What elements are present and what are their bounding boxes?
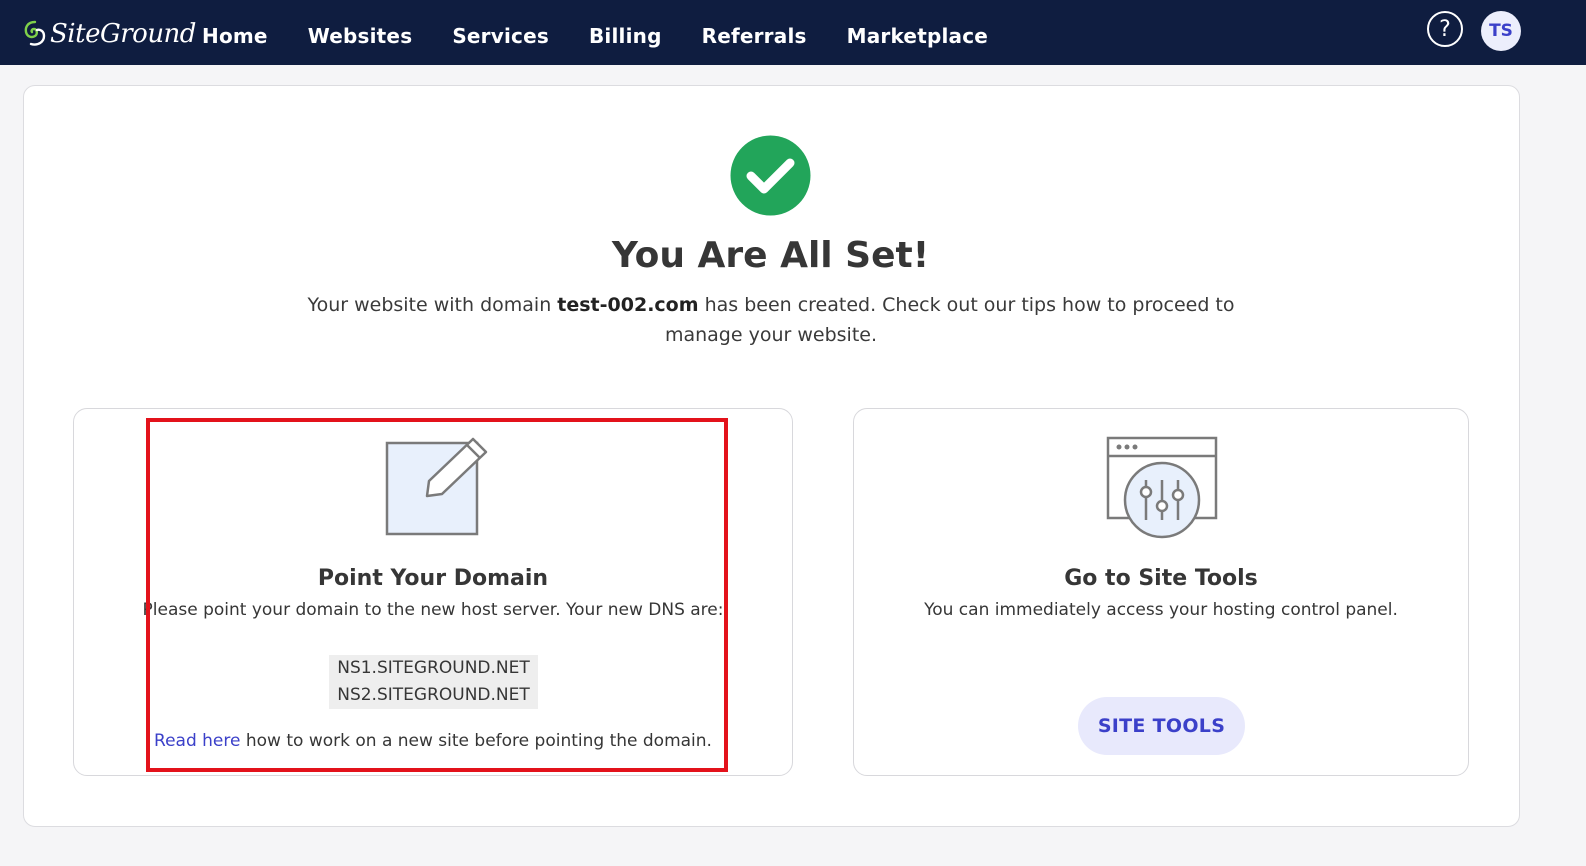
- read-here-link[interactable]: Read here: [154, 731, 240, 751]
- user-avatar[interactable]: TS: [1481, 11, 1521, 51]
- success-message: Your website with domain test-002.com ha…: [270, 290, 1272, 350]
- siteground-logo[interactable]: SiteGround: [22, 14, 196, 54]
- nav-websites[interactable]: Websites: [308, 24, 413, 48]
- logo-text: SiteGround: [50, 19, 196, 49]
- read-here-rest: how to work on a new site before pointin…: [240, 731, 712, 751]
- nav-services[interactable]: Services: [452, 24, 549, 48]
- nav-referrals[interactable]: Referrals: [702, 24, 807, 48]
- siteground-swirl-icon: [24, 20, 46, 46]
- point-domain-description: Please point your domain to the new host…: [142, 600, 724, 620]
- nav-home[interactable]: Home: [202, 24, 268, 48]
- nav-marketplace[interactable]: Marketplace: [847, 24, 988, 48]
- control-panel-icon: [1106, 436, 1218, 539]
- main-nav: Home Websites Services Billing Referrals…: [202, 24, 988, 48]
- site-tools-button[interactable]: SITE TOOLS: [1078, 697, 1245, 755]
- message-suffix: has been created. Check out our tips how…: [664, 294, 1235, 346]
- nav-billing[interactable]: Billing: [589, 24, 662, 48]
- page-title: You Are All Set!: [611, 235, 930, 276]
- point-domain-title: Point Your Domain: [317, 566, 549, 591]
- dns-server-1: NS1.SITEGROUND.NET: [337, 658, 530, 678]
- read-here-line: Read here how to work on a new site befo…: [73, 731, 793, 751]
- message-prefix: Your website with domain: [307, 294, 558, 316]
- help-button[interactable]: ?: [1427, 11, 1463, 47]
- dns-server-2: NS2.SITEGROUND.NET: [337, 685, 530, 705]
- site-tools-title: Go to Site Tools: [1064, 566, 1258, 591]
- domain-name: test-002.com: [557, 294, 699, 316]
- top-navigation-bar: SiteGround Home Websites Services Billin…: [0, 0, 1586, 65]
- success-check-icon: [730, 135, 811, 216]
- site-tools-description: You can immediately access your hosting …: [924, 600, 1398, 620]
- dns-list: NS1.SITEGROUND.NET NS2.SITEGROUND.NET: [329, 655, 538, 709]
- question-mark-icon: ?: [1439, 16, 1451, 42]
- edit-document-icon: [385, 437, 488, 536]
